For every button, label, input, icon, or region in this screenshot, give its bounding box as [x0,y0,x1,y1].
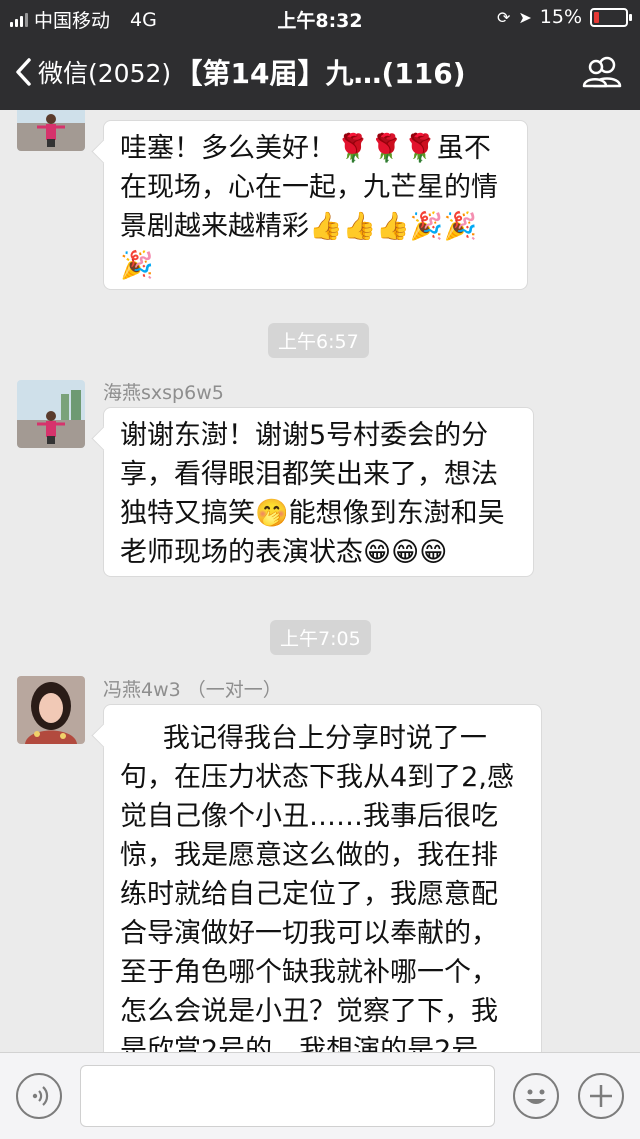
message-input[interactable] [80,1065,495,1127]
sender-name: 冯燕4w3 （一对一） [103,679,282,701]
battery-icon [590,7,632,27]
voice-button[interactable] [16,1073,62,1119]
emoji-button[interactable] [513,1073,559,1119]
back-button[interactable]: 微信(2052) [14,54,171,90]
battery-percent: 15% [539,6,582,28]
back-label: 微信(2052) [38,59,172,88]
plus-icon [590,1085,612,1107]
message-bubble[interactable]: 哇塞！多么美好！🌹🌹🌹虽不 在现场，心在一起，九芒星的情 景剧越来越精彩👍👍👍🎉… [103,120,528,290]
avatar[interactable] [17,676,85,744]
nav-bar: 微信(2052) 【第14届】九…(116) [0,34,640,110]
chat-area[interactable]: 哇塞！多么美好！🌹🌹🌹虽不 在现场，心在一起，九芒星的情 景剧越来越精彩👍👍👍🎉… [0,110,640,1052]
group-info-button[interactable] [582,56,622,92]
back-chevron-icon [16,58,31,86]
voice-icon [32,1086,49,1106]
status-bar: 中国移动 4G 上午8:32 ⟳ ➤ 15% [0,0,640,34]
group-members-icon [582,56,622,88]
message-text: 我记得我台上分享时说了一 句，在压力状态下我从4到了2,感 觉自己像个小丑……我… [120,723,514,1052]
timestamp: 上午6:57 [268,323,369,358]
timestamp: 上午7:05 [270,620,371,655]
orientation-lock-icon: ⟳ [496,7,511,27]
sender-name: 海燕sxsp6w5 [103,382,224,404]
avatar[interactable] [17,110,85,151]
more-button[interactable] [578,1073,624,1119]
chat-title: 【第14届】九…(116) [174,57,466,90]
input-bar [0,1052,640,1139]
avatar[interactable] [17,380,85,448]
message-text: 哇塞！多么美好！🌹🌹🌹虽不 在现场，心在一起，九芒星的情 景剧越来越精彩👍👍👍🎉… [120,133,498,281]
message-text: 谢谢东澍！谢谢5号村委会的分 享，看得眼泪都笑出来了，想法 独特又搞笑🤭能想像到… [120,420,505,568]
emoji-icon [526,1089,546,1104]
message-bubble[interactable]: 谢谢东澍！谢谢5号村委会的分 享，看得眼泪都笑出来了，想法 独特又搞笑🤭能想像到… [103,407,534,577]
location-icon: ➤ [518,7,532,27]
message-bubble[interactable]: 我记得我台上分享时说了一 句，在压力状态下我从4到了2,感 觉自己像个小丑……我… [103,704,542,1052]
status-right: ⟳ ➤ 15% [496,6,632,28]
